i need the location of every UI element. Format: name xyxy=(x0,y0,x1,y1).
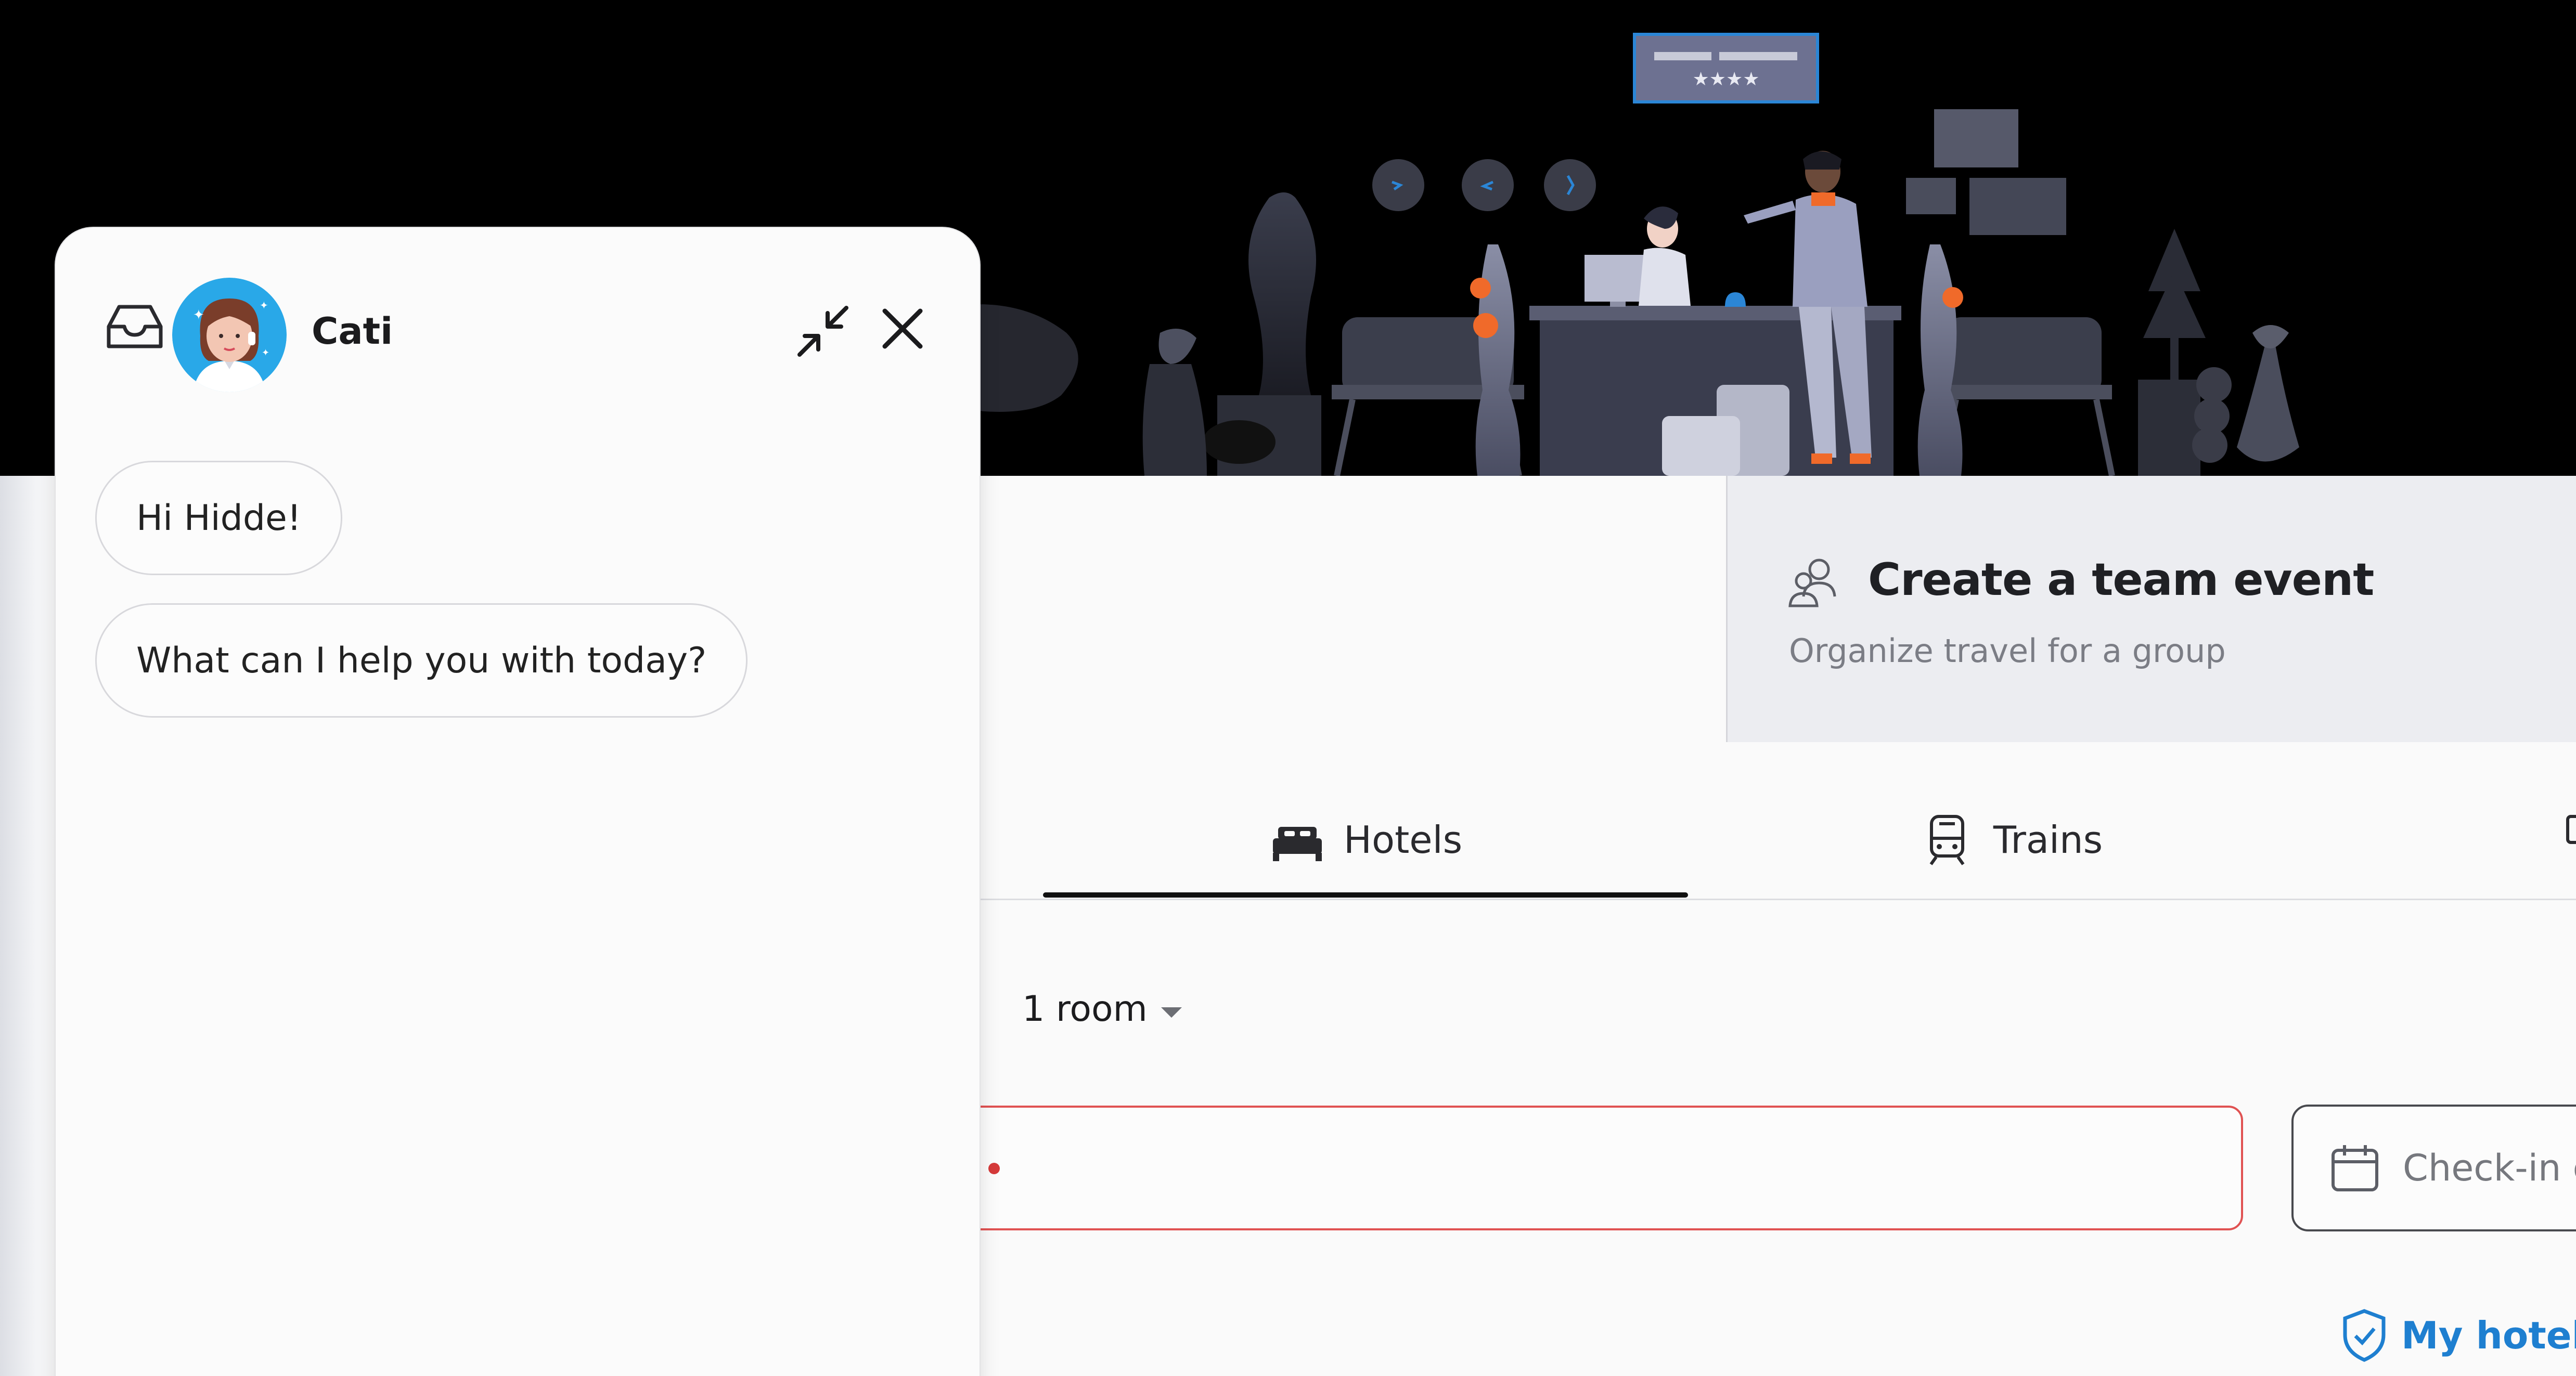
agent-avatar: ✦ ✦ ✦ xyxy=(172,278,287,392)
close-icon[interactable] xyxy=(878,304,928,354)
group-users-icon xyxy=(1788,559,1836,607)
bed-icon xyxy=(1272,827,1322,861)
caret-down-icon xyxy=(1161,1007,1182,1018)
shield-check-icon xyxy=(2343,1309,2386,1362)
minimize-icon[interactable] xyxy=(794,303,852,360)
left-edge-shade xyxy=(0,476,62,1376)
calendar-icon xyxy=(2332,1145,2378,1191)
required-indicator xyxy=(988,1163,1000,1174)
agent-name: Cati xyxy=(312,310,393,353)
tabs-divider xyxy=(978,899,2576,900)
chat-message-help: What can I help you with today? xyxy=(95,603,748,718)
chat-widget: ✦ ✦ ✦ Cati Hi Hidde! What can I help you… xyxy=(55,227,981,1376)
team-event-subtitle: Organize travel for a group xyxy=(1789,632,2226,670)
active-tab-indicator xyxy=(1043,892,1688,898)
tab-overflow-icon[interactable] xyxy=(2565,801,2576,858)
train-icon xyxy=(1929,815,1965,865)
chat-message-greeting: Hi Hidde! xyxy=(95,461,343,575)
inbox-icon[interactable] xyxy=(104,301,166,353)
tab-trains-label: Trains xyxy=(1993,818,2103,862)
tab-hotels-label: Hotels xyxy=(1343,818,1463,862)
chat-header: ✦ ✦ ✦ Cati xyxy=(56,228,980,392)
create-team-event-card[interactable]: Create a team event Organize travel for … xyxy=(1726,476,2576,742)
rooms-value: 1 room xyxy=(1022,988,1148,1030)
svg-text:★★★★: ★★★★ xyxy=(1692,69,1759,90)
svg-text:✦: ✦ xyxy=(193,307,204,323)
rooms-dropdown[interactable]: 1 room xyxy=(1022,978,1182,1040)
my-hotel-label: My hotel p xyxy=(2401,1314,2576,1357)
svg-text:✦: ✦ xyxy=(262,347,269,358)
tab-trains[interactable]: Trains xyxy=(1688,780,2333,900)
tab-hotels[interactable]: Hotels xyxy=(1043,780,1688,900)
team-event-title: Create a team event xyxy=(1868,554,2374,606)
destination-input[interactable] xyxy=(884,1106,2243,1230)
svg-text:✦: ✦ xyxy=(260,299,268,311)
checkin-date-field[interactable]: Check-in c xyxy=(2291,1105,2576,1231)
checkin-placeholder: Check-in c xyxy=(2403,1147,2576,1189)
my-hotel-link[interactable]: My hotel p xyxy=(2341,1308,2576,1363)
